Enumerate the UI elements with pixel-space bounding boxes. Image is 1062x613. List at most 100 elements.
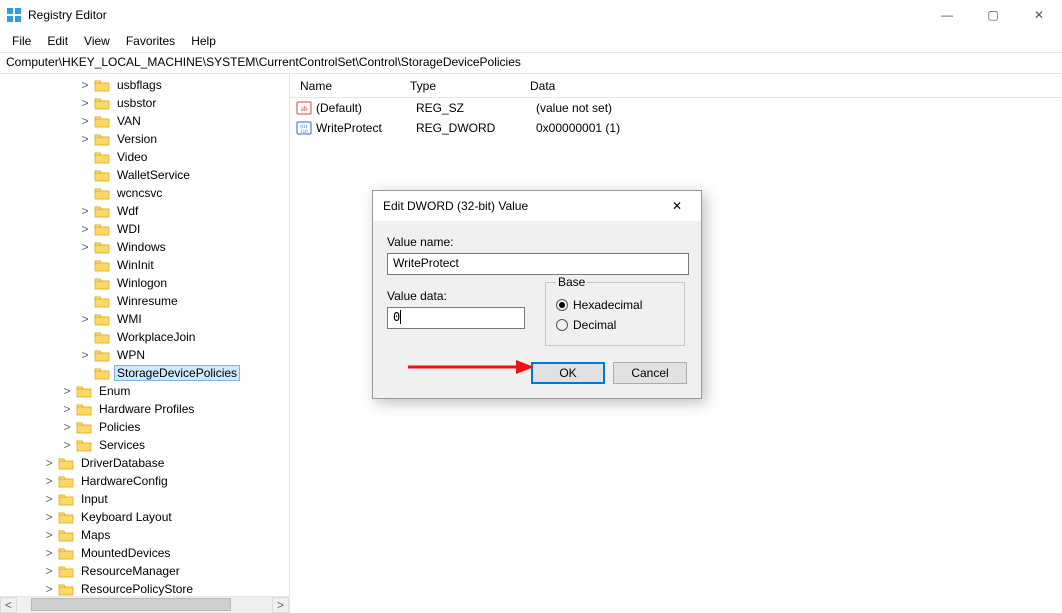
- col-type[interactable]: Type: [400, 79, 520, 93]
- expand-chevron-icon[interactable]: >: [40, 492, 58, 506]
- dialog-titlebar[interactable]: Edit DWORD (32-bit) Value ✕: [373, 191, 701, 221]
- expand-chevron-icon[interactable]: >: [76, 312, 94, 326]
- tree-item[interactable]: >DriverDatabase: [0, 454, 289, 472]
- expand-chevron-icon[interactable]: >: [58, 420, 76, 434]
- scroll-track[interactable]: [17, 597, 272, 613]
- tree-item[interactable]: > WMI: [0, 310, 289, 328]
- reg-dword-icon: 011110: [296, 120, 312, 136]
- app-icon: [6, 7, 22, 23]
- radio-dec-label: Decimal: [573, 318, 616, 332]
- tree-item[interactable]: >Wdf: [0, 202, 289, 220]
- tree-item[interactable]: >wcncsvc: [0, 184, 289, 202]
- tree-item[interactable]: >usbstor: [0, 94, 289, 112]
- folder-icon: [58, 456, 74, 470]
- tree-item-label: WMI: [114, 312, 145, 326]
- cancel-button[interactable]: Cancel: [613, 362, 687, 384]
- scroll-thumb[interactable]: [31, 598, 231, 611]
- expand-chevron-icon[interactable]: >: [40, 546, 58, 560]
- tree-item[interactable]: > ResourcePolicyStore: [0, 580, 289, 596]
- registry-tree[interactable]: >usbflags>usbstor>VAN>Version>Video>Wall…: [0, 74, 289, 596]
- tree-item[interactable]: >ResourceManager: [0, 562, 289, 580]
- tree-item-label: WinInit: [114, 258, 157, 272]
- expand-chevron-icon[interactable]: >: [76, 240, 94, 254]
- tree-item[interactable]: >WalletService: [0, 166, 289, 184]
- expand-chevron-icon[interactable]: >: [76, 96, 94, 110]
- tree-item[interactable]: >Enum: [0, 382, 289, 400]
- tree-item[interactable]: >Hardware Profiles: [0, 400, 289, 418]
- tree-item[interactable]: >Policies: [0, 418, 289, 436]
- expand-chevron-icon[interactable]: >: [58, 384, 76, 398]
- ok-button[interactable]: OK: [531, 362, 605, 384]
- tree-item[interactable]: >Video: [0, 148, 289, 166]
- expand-chevron-icon[interactable]: >: [58, 438, 76, 452]
- tree-item-label: ResourcePolicyStore: [78, 582, 196, 596]
- menu-view[interactable]: View: [76, 32, 118, 50]
- radio-decimal[interactable]: Decimal: [556, 315, 674, 335]
- close-icon: ✕: [672, 199, 682, 213]
- expand-chevron-icon[interactable]: >: [76, 204, 94, 218]
- expand-chevron-icon[interactable]: >: [40, 510, 58, 524]
- tree-item[interactable]: >WinInit: [0, 256, 289, 274]
- menu-help[interactable]: Help: [183, 32, 224, 50]
- expand-chevron-icon[interactable]: >: [40, 456, 58, 470]
- tree-item[interactable]: >Services: [0, 436, 289, 454]
- tree-item[interactable]: >usbflags: [0, 76, 289, 94]
- tree-item[interactable]: >Winlogon: [0, 274, 289, 292]
- tree-item[interactable]: > Input: [0, 490, 289, 508]
- window-title: Registry Editor: [28, 8, 107, 22]
- value-name-input[interactable]: WriteProtect: [387, 253, 689, 275]
- tree-item-label: Input: [78, 492, 111, 506]
- tree-item-label: VAN: [114, 114, 144, 128]
- scroll-left-arrow[interactable]: <: [0, 597, 17, 613]
- expand-chevron-icon[interactable]: >: [40, 564, 58, 578]
- expand-chevron-icon[interactable]: >: [76, 132, 94, 146]
- scroll-right-arrow[interactable]: >: [272, 597, 289, 613]
- folder-icon: [58, 474, 74, 488]
- tree-item[interactable]: >Winresume: [0, 292, 289, 310]
- base-legend: Base: [556, 275, 587, 289]
- tree-horizontal-scrollbar[interactable]: < >: [0, 596, 289, 613]
- tree-item-label: Winresume: [114, 294, 181, 308]
- tree-item-label: Version: [114, 132, 160, 146]
- expand-chevron-icon[interactable]: >: [76, 78, 94, 92]
- folder-icon: [94, 276, 110, 290]
- menu-edit[interactable]: Edit: [39, 32, 76, 50]
- close-icon: ✕: [1034, 8, 1044, 22]
- tree-item[interactable]: >Maps: [0, 526, 289, 544]
- tree-item[interactable]: >MountedDevices: [0, 544, 289, 562]
- tree-item[interactable]: > Version: [0, 130, 289, 148]
- folder-icon: [94, 312, 110, 326]
- tree-item[interactable]: >WorkplaceJoin: [0, 328, 289, 346]
- minimize-button[interactable]: —: [924, 0, 970, 30]
- expand-chevron-icon[interactable]: >: [40, 474, 58, 488]
- value-row[interactable]: ab(Default)REG_SZ(value not set): [290, 98, 1062, 118]
- tree-item[interactable]: >HardwareConfig: [0, 472, 289, 490]
- tree-item-label: WalletService: [114, 168, 193, 182]
- expand-chevron-icon[interactable]: >: [76, 114, 94, 128]
- value-row[interactable]: 011110WriteProtectREG_DWORD0x00000001 (1…: [290, 118, 1062, 138]
- expand-chevron-icon[interactable]: >: [58, 402, 76, 416]
- expand-chevron-icon[interactable]: >: [40, 582, 58, 596]
- menu-file[interactable]: File: [4, 32, 39, 50]
- folder-icon: [76, 420, 92, 434]
- tree-item-label: WorkplaceJoin: [114, 330, 198, 344]
- value-data-input[interactable]: 0: [387, 307, 525, 329]
- tree-item[interactable]: >WDI: [0, 220, 289, 238]
- tree-item[interactable]: >StorageDevicePolicies: [0, 364, 289, 382]
- col-data[interactable]: Data: [520, 79, 1062, 93]
- tree-item[interactable]: >Windows: [0, 238, 289, 256]
- menu-favorites[interactable]: Favorites: [118, 32, 183, 50]
- tree-item[interactable]: > VAN: [0, 112, 289, 130]
- maximize-button[interactable]: ▢: [970, 0, 1016, 30]
- tree-item[interactable]: >WPN: [0, 346, 289, 364]
- radio-hexadecimal[interactable]: Hexadecimal: [556, 295, 674, 315]
- list-header[interactable]: Name Type Data: [290, 74, 1062, 98]
- close-button[interactable]: ✕: [1016, 0, 1062, 30]
- dialog-close-button[interactable]: ✕: [657, 192, 697, 220]
- expand-chevron-icon[interactable]: >: [76, 222, 94, 236]
- expand-chevron-icon[interactable]: >: [40, 528, 58, 542]
- tree-item[interactable]: >Keyboard Layout: [0, 508, 289, 526]
- col-name[interactable]: Name: [290, 79, 400, 93]
- address-bar[interactable]: Computer\HKEY_LOCAL_MACHINE\SYSTEM\Curre…: [0, 52, 1062, 74]
- expand-chevron-icon[interactable]: >: [76, 348, 94, 362]
